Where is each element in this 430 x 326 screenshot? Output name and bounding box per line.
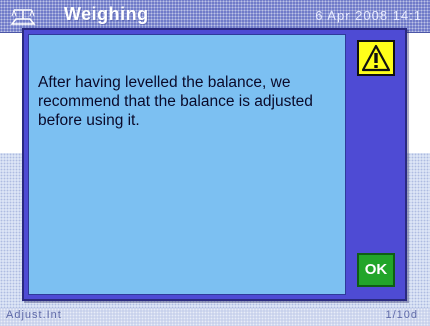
app-title: Weighing — [64, 4, 149, 24]
dialog-message-panel: After having levelled the balance, we re… — [28, 34, 346, 295]
ok-button[interactable]: OK — [357, 253, 395, 287]
status-readability: 1/10d — [385, 309, 418, 321]
date-time: 6 Apr 2008 14:1 — [315, 8, 422, 23]
balance-icon — [10, 6, 36, 26]
balance-screen: Weighing 6 Apr 2008 14:1 Adjust.Int 1/10… — [0, 0, 430, 326]
adjustment-dialog: After having levelled the balance, we re… — [22, 28, 407, 301]
warning-icon — [357, 40, 395, 76]
status-bar: Adjust.Int 1/10d — [0, 308, 430, 326]
status-adjust-label: Adjust.Int — [6, 309, 62, 321]
dialog-message: After having levelled the balance, we re… — [38, 74, 313, 129]
